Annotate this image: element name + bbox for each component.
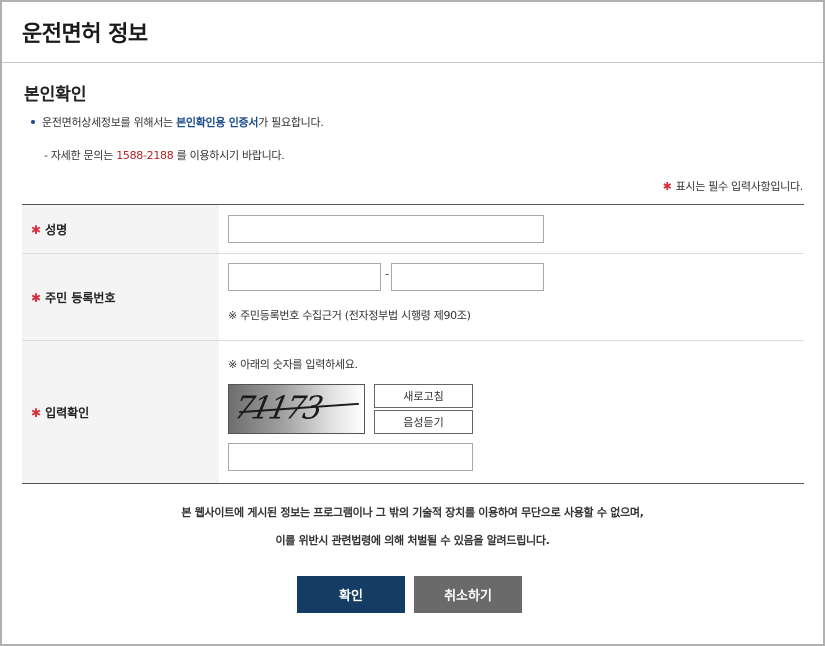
required-legend-text: 표시는 필수 입력사항입니다. [675,180,804,193]
rrn-label-cell: ✱ 주민 등록번호 [22,253,219,341]
identity-form: ✱ 성명 ✱ 주민 등록번호 - ※ 주민등록번호 수집근거 (전자정부법 시행령 … [22,204,804,484]
form-row-name: ✱ 성명 [22,204,804,254]
rrn-separator: - [385,267,390,281]
cancel-button[interactable]: 취소하기 [414,576,522,613]
notice-emphasis: 본인확인용 인증서 [176,116,259,129]
rrn-second-input[interactable] [391,263,544,291]
rrn-input-cell: - ※ 주민등록번호 수집근거 (전자정부법 시행령 제90조) [219,253,804,341]
captcha-label: 입력확인 [45,405,90,420]
confirm-button[interactable]: 확인 [297,576,405,613]
captcha-image: 71173 [228,384,365,434]
form-row-captcha: ✱입력확인 ※ 아래의 숫자를 입력하세요. 71173 새로고침 음성듣기 [22,340,804,484]
rrn-legal-basis-note: ※ 주민등록번호 수집근거 (전자정부법 시행령 제90조) [228,309,471,322]
required-star-icon: ✱ [662,180,672,193]
name-label-cell: ✱ 성명 [22,204,219,254]
captcha-refresh-button[interactable]: 새로고침 [374,384,473,408]
captcha-input[interactable] [228,443,473,471]
captcha-audio-button[interactable]: 음성듣기 [374,410,473,434]
required-star-icon: ✱ [31,405,42,420]
required-star-icon: ✱ [31,290,42,305]
rrn-label: 주민 등록번호 [45,290,116,305]
inquiry-suffix: 를 이용하시기 바랍니다. [173,149,285,162]
section-title: 본인확인 [24,85,87,105]
page-header: 운전면허 정보 [2,2,823,63]
inquiry-phone: 1588-2188 [116,149,174,162]
certificate-notice: 운전면허상세정보를 위해서는 본인확인용 인증서가 필요합니다. [31,114,324,130]
page-title: 운전면허 정보 [22,22,148,47]
page-frame: 운전면허 정보 본인확인 운전면허상세정보를 위해서는 본인확인용 인증서가 필… [0,0,825,646]
captcha-cell: ※ 아래의 숫자를 입력하세요. 71173 새로고침 음성듣기 [219,341,804,484]
form-row-rrn: ✱ 주민 등록번호 - ※ 주민등록번호 수집근거 (전자정부법 시행령 제90조… [22,253,804,341]
notice-prefix: 운전면허상세정보를 위해서는 [42,116,177,129]
legal-notice-line1: 본 웹사이트에 게시된 정보는 프로그램이나 그 밖의 기술적 장치를 이용하여… [181,506,644,519]
notice-suffix: 가 필요합니다. [258,116,324,129]
rrn-first-input[interactable] [228,263,381,291]
inquiry-prefix: - 자세한 문의는 [44,149,117,162]
captcha-label-cell: ✱ 입력확인 [22,340,219,484]
name-label: 성명 [45,222,68,237]
required-star-icon: ✱ [31,222,42,237]
legal-notice-line2: 이를 위반시 관련법령에 의해 처벌될 수 있음을 알려드립니다. [275,534,550,547]
captcha-instruction: ※ 아래의 숫자를 입력하세요. [228,358,358,371]
name-input-cell [219,204,804,254]
name-input[interactable] [228,215,544,243]
required-legend: ✱ 표시는 필수 입력사항입니다. [662,178,804,194]
bullet-icon [31,120,35,124]
inquiry-notice: - 자세한 문의는 1588-2188 를 이용하시기 바랍니다. [44,147,285,163]
